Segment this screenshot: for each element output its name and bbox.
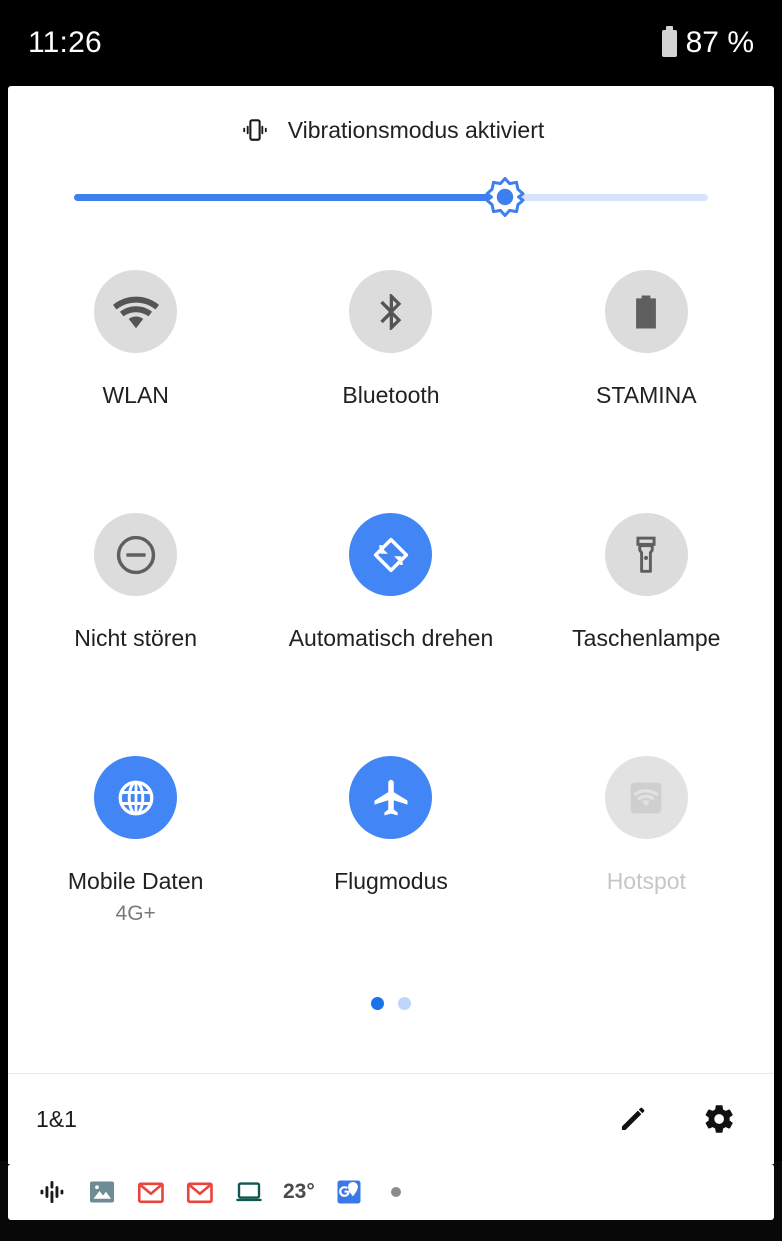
tile-wlan-label: WLAN — [102, 382, 169, 408]
page-dot-1[interactable] — [371, 997, 384, 1010]
page-dot-2[interactable] — [398, 997, 411, 1010]
pencil-icon[interactable] — [616, 1102, 650, 1136]
tile-airplane-mode-label: Flugmodus — [334, 868, 448, 894]
quick-settings-panel: Vibrationsmodus aktiviert WLAN Bluetooth… — [8, 86, 774, 1164]
tile-bluetooth-label: Bluetooth — [342, 382, 440, 408]
ringer-mode-header: Vibrationsmodus aktiviert — [8, 86, 774, 160]
battery-icon — [636, 295, 657, 328]
globe-icon — [118, 780, 154, 815]
gmail-icon[interactable] — [136, 1177, 166, 1207]
tile-stamina[interactable]: STAMINA — [519, 264, 774, 507]
flashlight-icon — [636, 536, 656, 573]
gear-icon[interactable] — [702, 1102, 736, 1136]
quick-settings-tiles: WLAN Bluetooth STAMINA Nicht stören Auto… — [8, 264, 774, 993]
overflow-dot-icon[interactable] — [390, 1187, 401, 1197]
tile-flashlight[interactable]: Taschenlampe — [519, 507, 774, 750]
status-bar: 11:26 87 % — [0, 0, 782, 86]
tile-auto-rotate[interactable]: Automatisch drehen — [263, 507, 518, 750]
brightness-slider-fill — [74, 194, 506, 201]
tile-flashlight-label: Taschenlampe — [572, 625, 721, 651]
tile-do-not-disturb-circle[interactable] — [94, 513, 178, 596]
tile-mobile-data-circle[interactable] — [94, 756, 178, 839]
carrier-label: 1&1 — [36, 1105, 77, 1132]
brightness-slider[interactable] — [74, 170, 708, 226]
status-bar-clock: 11:26 — [28, 26, 102, 59]
laptop-icon[interactable] — [234, 1177, 264, 1207]
tile-stamina-label: STAMINA — [596, 382, 697, 408]
tile-airplane-mode[interactable]: Flugmodus — [263, 750, 518, 993]
tile-wlan-circle[interactable] — [94, 270, 178, 353]
google-podcasts-icon[interactable] — [38, 1177, 68, 1207]
tile-airplane-mode-circle[interactable] — [349, 756, 433, 839]
bluetooth-icon — [380, 293, 402, 330]
do-not-disturb-icon — [116, 535, 155, 574]
tile-bluetooth[interactable]: Bluetooth — [263, 264, 518, 507]
tile-bluetooth-circle[interactable] — [349, 270, 433, 353]
photos-image-icon[interactable] — [87, 1177, 117, 1207]
status-bar-right-cluster: 87 % — [661, 25, 754, 60]
auto-rotate-icon — [373, 537, 409, 572]
brightness-icon — [485, 177, 525, 217]
page-indicator — [8, 997, 774, 1010]
tile-mobile-data-label: Mobile Daten — [67, 868, 204, 894]
tile-flashlight-circle[interactable] — [604, 513, 688, 596]
tile-hotspot-circle[interactable] — [604, 756, 688, 839]
battery-icon — [661, 25, 677, 57]
brightness-slider-thumb[interactable] — [483, 175, 527, 219]
footer-action-group — [616, 1102, 750, 1136]
vibration-icon — [242, 119, 267, 141]
quick-settings-footer: 1&1 — [8, 1074, 774, 1164]
tile-auto-rotate-label: Automatisch drehen — [288, 625, 494, 651]
ringer-mode-label: Vibrationsmodus aktiviert — [287, 116, 545, 143]
hotspot-icon — [630, 782, 662, 813]
airplane-icon — [374, 779, 408, 815]
weather-temperature-label[interactable]: 23° — [283, 1180, 315, 1204]
notification-icon-strip[interactable]: 23° — [8, 1164, 774, 1220]
tile-stamina-circle[interactable] — [604, 270, 688, 353]
gmail-icon[interactable] — [185, 1177, 215, 1207]
tile-hotspot-label: Hotspot — [606, 868, 686, 894]
tile-do-not-disturb-label: Nicht stören — [74, 625, 198, 651]
phone-screen: 11:26 87 % Vibrationsmodus aktiviert WLA… — [0, 0, 782, 1241]
wifi-icon — [112, 296, 159, 328]
tile-wlan[interactable]: WLAN — [8, 264, 263, 507]
tile-mobile-data-sublabel: 4G+ — [115, 901, 156, 925]
tile-do-not-disturb[interactable]: Nicht stören — [8, 507, 263, 750]
tile-auto-rotate-circle[interactable] — [349, 513, 433, 596]
tile-mobile-data[interactable]: Mobile Daten 4G+ — [8, 750, 263, 993]
google-maps-icon[interactable] — [334, 1177, 364, 1207]
battery-percent-label: 87 % — [685, 26, 754, 59]
tile-hotspot[interactable]: Hotspot — [519, 750, 774, 993]
